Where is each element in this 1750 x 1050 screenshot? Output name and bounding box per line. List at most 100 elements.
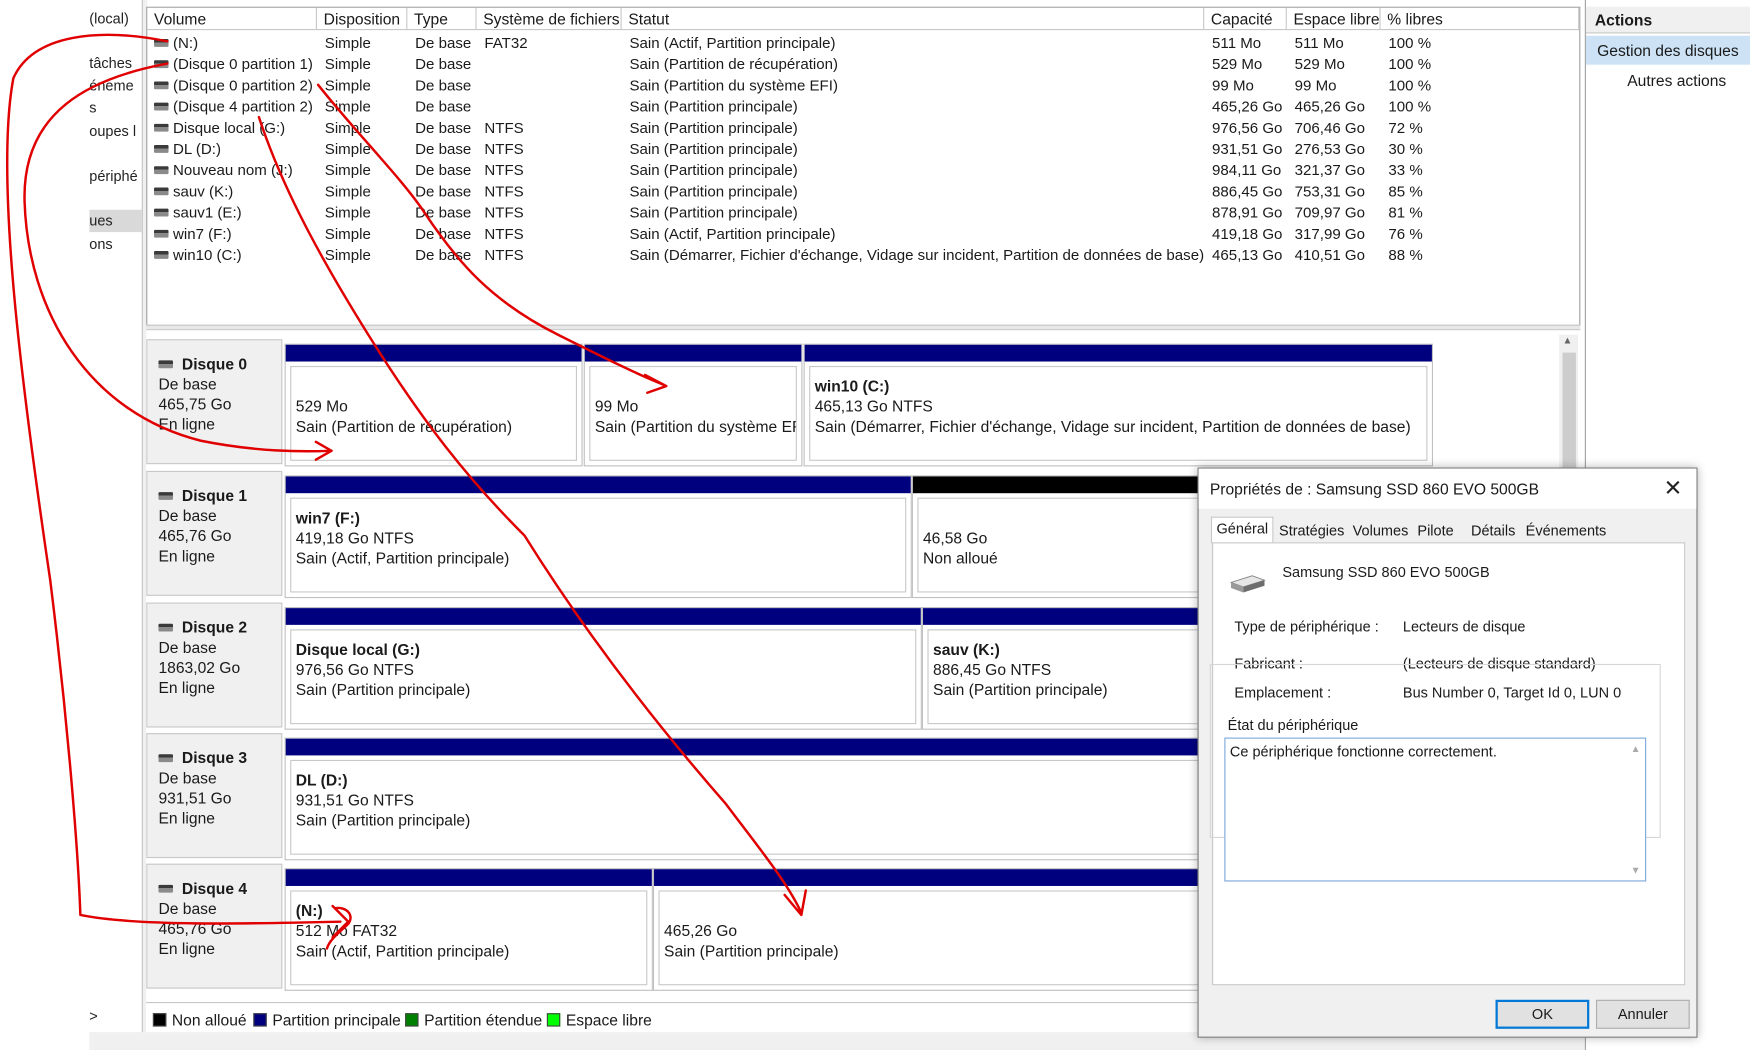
disk-name-text: Disque 4 xyxy=(181,879,248,898)
column-header-capacity[interactable]: Capacité xyxy=(1204,7,1287,31)
disk-label-0[interactable]: Disque 0 De base 465,75 Go En ligne xyxy=(146,339,283,465)
disk-label-4[interactable]: Disque 4 De base 465,76 Go En ligne xyxy=(146,863,283,989)
tab-general[interactable]: Général xyxy=(1210,516,1274,544)
tree-item-disk-management[interactable]: ues xyxy=(89,212,112,229)
table-row[interactable]: (Disque 4 partition 2) Simple De base Sain … xyxy=(147,96,1579,117)
tree-item[interactable]: tâches xyxy=(89,55,132,72)
cell-capacity: 99 Mo xyxy=(1212,75,1254,96)
cell-text: Sain (Partition principale) xyxy=(629,161,798,179)
scrollbar-thumb[interactable] xyxy=(1562,352,1576,469)
cell-free-space: 317,99 Go xyxy=(1295,223,1365,244)
cell-volume: sauv (K:) xyxy=(154,181,233,202)
cancel-button[interactable]: Annuler xyxy=(1595,999,1690,1029)
partition-type-bar xyxy=(285,476,911,494)
cell-type: De base xyxy=(415,223,471,244)
table-row[interactable]: win10 (C:) Simple De base NTFS Sain (Démarre… xyxy=(147,244,1579,265)
actions-title: Actions xyxy=(1585,6,1750,34)
column-header-filesystem[interactable]: Système de fichiers xyxy=(477,7,622,31)
cell-text: Sain (Partition principale) xyxy=(629,98,798,115)
scroll-up-icon[interactable]: ▲ xyxy=(1562,335,1572,346)
cell-capacity: 886,45 Go xyxy=(1212,181,1282,202)
partition-size: 465,26 Go xyxy=(664,921,738,940)
disk-name: Disque 4 xyxy=(158,878,281,898)
table-row[interactable]: Disque local (G:) Simple De base NTFS Sain (… xyxy=(147,117,1579,138)
disk-label-3[interactable]: Disque 3 De base 931,51 Go En ligne xyxy=(146,733,283,859)
cell-volume: (N:) xyxy=(154,32,198,53)
cell-free-space: 753,31 Go xyxy=(1295,181,1365,202)
table-row[interactable]: (Disque 0 partition 2) Simple De base Sain … xyxy=(147,75,1579,96)
partition-block[interactable]: 529 Mo Sain (Partition de récupération) xyxy=(284,343,583,467)
scroll-right-icon[interactable]: > xyxy=(89,1008,97,1025)
tab-driver[interactable]: Pilote xyxy=(1412,519,1459,544)
cell-text: Simple xyxy=(324,161,371,179)
cell-text: 753,31 Go xyxy=(1294,182,1366,200)
cell-text: win10 (C:) xyxy=(172,246,242,264)
cell-text: NTFS xyxy=(484,140,524,158)
dialog-title-bar[interactable]: Propriétés de : Samsung SSD 860 EVO 500G… xyxy=(1198,468,1697,509)
tab-policies[interactable]: Stratégies xyxy=(1273,519,1350,544)
tab-details[interactable]: Détails xyxy=(1465,519,1521,544)
tab-events[interactable]: Événements xyxy=(1520,519,1612,544)
tab-volumes[interactable]: Volumes xyxy=(1347,519,1414,544)
column-header-type[interactable]: Type xyxy=(407,7,477,31)
table-row[interactable]: Nouveau nom (J:) Simple De base NTFS Sain (P… xyxy=(147,160,1579,181)
tree-item[interactable]: (local) xyxy=(89,10,129,27)
tree-item[interactable]: ons xyxy=(89,235,112,252)
tree-item[interactable]: éneme xyxy=(89,77,133,94)
cell-text: 99 Mo xyxy=(1212,76,1254,94)
action-disk-management[interactable]: Gestion des disques xyxy=(1585,35,1750,65)
cell-text: 99 Mo xyxy=(1294,76,1337,94)
volume-list-header: Volume Disposition Type Système de fichi… xyxy=(147,7,1580,31)
column-header-free-space[interactable]: Espace libre xyxy=(1287,7,1381,31)
partition-block[interactable]: 99 Mo Sain (Partition du système EFI) xyxy=(583,343,803,467)
disk-name-text: Disque 1 xyxy=(181,486,248,505)
partition-size: 976,56 Go NTFS xyxy=(295,660,414,679)
disk-name-text: Disque 2 xyxy=(181,618,248,637)
cell-text: 100 % xyxy=(1388,34,1432,52)
partition-size: 419,18 Go NTFS xyxy=(295,528,414,547)
partition-block[interactable]: win7 (F:) 419,18 Go NTFS Sain (Actif, Part… xyxy=(284,475,912,599)
cell-percent-free: 33 % xyxy=(1388,160,1422,181)
cell-text: Nouveau nom (J:) xyxy=(172,161,293,179)
table-row[interactable]: (N:) Simple De base FAT32 Sain (Actif, Parti… xyxy=(147,32,1579,53)
disk-label-2[interactable]: Disque 2 De base 1863,02 Go En ligne xyxy=(146,602,283,728)
close-icon[interactable]: ✕ xyxy=(1658,475,1687,502)
drive-icon xyxy=(154,229,169,238)
ok-button[interactable]: OK xyxy=(1495,999,1590,1029)
tree-item[interactable]: oupes l xyxy=(89,123,136,140)
partition-size: 512 Mo FAT32 xyxy=(295,921,398,940)
partition-block[interactable]: win10 (C:) 465,13 Go NTFS Sain (Démarrer, … xyxy=(803,343,1434,467)
table-row[interactable]: sauv (K:) Simple De base NTFS Sain (Partitio… xyxy=(147,181,1579,202)
device-status-textbox[interactable]: Ce périphérique fonctionne correctement.… xyxy=(1224,737,1647,882)
disk-label-1[interactable]: Disque 1 De base 465,76 Go En ligne xyxy=(146,470,283,596)
table-row[interactable]: DL (D:) Simple De base NTFS Sain (Partition … xyxy=(147,138,1579,159)
partition-info: 99 Mo Sain (Partition du système EFI) xyxy=(589,365,797,461)
disk-name: Disque 0 xyxy=(158,354,281,374)
dialog-title: Propriétés de : Samsung SSD 860 EVO 500G… xyxy=(1209,479,1539,498)
partition-status: Sain (Partition du système EFI) xyxy=(594,417,797,436)
cell-free-space: 511 Mo xyxy=(1295,32,1344,53)
cell-filesystem: NTFS xyxy=(484,117,523,138)
table-row[interactable]: sauv1 (E:) Simple De base NTFS Sain (Partiti… xyxy=(147,202,1579,223)
column-header-status[interactable]: Statut xyxy=(622,7,1205,31)
cell-volume: Nouveau nom (J:) xyxy=(154,160,293,181)
column-header-disposition[interactable]: Disposition xyxy=(317,7,408,31)
legend-swatch xyxy=(152,1013,167,1027)
drive-icon xyxy=(154,208,169,217)
column-header-percent-free[interactable]: % libres xyxy=(1381,7,1580,31)
cell-text: Simple xyxy=(324,246,371,264)
table-row[interactable]: (Disque 0 partition 1) Simple De base Sain … xyxy=(147,54,1579,75)
column-header-volume[interactable]: Volume xyxy=(147,7,317,31)
partition-block[interactable]: Disque local (G:) 976,56 Go NTFS Sain (Par… xyxy=(284,607,922,730)
cell-text: 100 % xyxy=(1388,76,1432,94)
cell-text: 321,37 Go xyxy=(1294,161,1366,179)
drive-icon xyxy=(154,81,169,90)
partition-status: Sain (Partition principale) xyxy=(295,680,471,699)
table-row[interactable]: win7 (F:) Simple De base NTFS Sain (Actif, P… xyxy=(147,223,1579,244)
partition-block[interactable]: (N:) 512 Mo FAT32 Sain (Actif, Partition p… xyxy=(284,868,653,991)
cell-capacity: 878,91 Go xyxy=(1212,202,1282,223)
tree-item[interactable]: s xyxy=(89,99,96,116)
action-more-actions[interactable]: Autres actions xyxy=(1627,71,1726,89)
tree-item[interactable]: périphé xyxy=(89,167,137,184)
cell-percent-free: 88 % xyxy=(1388,244,1422,265)
